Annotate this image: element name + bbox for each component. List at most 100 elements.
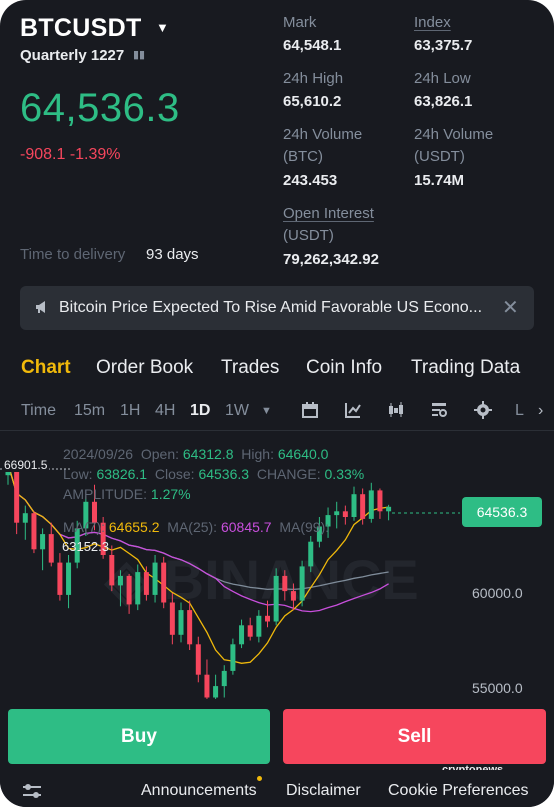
- candle-body: [386, 506, 392, 512]
- chevron-right-icon[interactable]: ›: [538, 402, 543, 420]
- current-price-tag: 64536.3: [462, 497, 542, 527]
- low-label: 24h Low: [414, 70, 471, 87]
- candle-body: [195, 644, 201, 675]
- tab-chart[interactable]: Chart: [21, 357, 71, 379]
- index-label[interactable]: Index: [414, 12, 451, 34]
- news-headline[interactable]: Bitcoin Price Expected To Rise Amid Favo…: [59, 299, 482, 317]
- more-tools-label[interactable]: L: [515, 402, 524, 420]
- price-change: -908.1 -1.39%: [20, 146, 121, 163]
- watermark-logo: ◈ BINANCE: [103, 548, 419, 611]
- volume-usdt-label: 24h Volume: [414, 126, 494, 143]
- candle-body: [40, 534, 46, 550]
- buy-button[interactable]: Buy: [8, 709, 270, 764]
- tab-coin-info[interactable]: Coin Info: [306, 357, 382, 379]
- index-value: 63,375.7: [414, 37, 473, 54]
- cookie-preferences-link[interactable]: Cookie Preferences: [388, 782, 529, 800]
- volume-btc-label: 24h Volume: [283, 126, 363, 143]
- open-interest-value: 79,262,342.92: [283, 251, 379, 268]
- mark-label: Mark: [283, 14, 317, 31]
- symbol-title[interactable]: BTCUSDT: [20, 14, 142, 43]
- volume-usdt-value: 15.74M: [414, 172, 465, 189]
- symbol-dropdown-icon[interactable]: ▼: [156, 20, 169, 35]
- tab-trading-data[interactable]: Trading Data: [411, 357, 520, 379]
- candle-body: [265, 615, 270, 622]
- candle-body: [351, 494, 357, 517]
- ma-row: MA(7): 64655.2 MA(25): 60845.7 MA(99):: [63, 519, 330, 535]
- announcements-link[interactable]: Announcements: [141, 782, 257, 800]
- candle-body: [143, 572, 149, 595]
- candle-body: [308, 541, 314, 567]
- y-axis-label-55000: 55000.0: [472, 680, 523, 696]
- candle-body: [342, 511, 348, 517]
- volume-btc-unit: (BTC): [283, 148, 323, 165]
- settings-sliders-icon[interactable]: [22, 782, 42, 800]
- interval-1h[interactable]: 1H: [120, 402, 140, 420]
- low-value: 63,826.1: [414, 93, 473, 110]
- tab-order-book[interactable]: Order Book: [96, 357, 193, 379]
- interval-more-icon[interactable]: ▼: [261, 405, 272, 417]
- candle-body: [204, 674, 210, 698]
- footer-bar: Announcements Disclaimer Cookie Preferen…: [0, 770, 554, 807]
- contract-info-icon[interactable]: ▮▮: [133, 48, 145, 61]
- candle-body: [31, 513, 37, 550]
- candle-body: [14, 471, 20, 523]
- last-price: 64,536.3: [20, 86, 180, 130]
- indicator-icon[interactable]: [343, 400, 363, 420]
- volume-btc-value: 243.453: [283, 172, 338, 189]
- candle-body: [256, 615, 262, 637]
- candle-body: [48, 534, 54, 563]
- ohlc-row-2: Low: 63826.1 Close: 64536.3 CHANGE: 0.33…: [63, 466, 365, 482]
- volume-usdt-unit: (USDT): [414, 148, 465, 165]
- calendar-icon[interactable]: [300, 400, 320, 420]
- mark-value: 64,548.1: [283, 37, 342, 54]
- tab-trades[interactable]: Trades: [221, 357, 279, 379]
- layout-icon[interactable]: [429, 400, 449, 420]
- open-interest-label[interactable]: Open Interest: [283, 203, 374, 225]
- y-axis-label-60000: 60000.0: [472, 585, 523, 601]
- candle-body: [377, 490, 383, 512]
- candle-body: [66, 562, 72, 595]
- candle-body: [178, 610, 184, 635]
- visible-low-label: 63152.3: [62, 539, 109, 554]
- high-label: 24h High: [283, 70, 344, 87]
- candle-body: [299, 566, 305, 601]
- candle-body: [239, 625, 245, 645]
- interval-time[interactable]: Time: [21, 402, 56, 420]
- candle-body: [290, 591, 296, 601]
- candle-body: [135, 572, 141, 605]
- candle-body: [187, 610, 193, 645]
- delivery-label: Time to delivery: [20, 246, 126, 263]
- candle-body: [152, 562, 158, 595]
- visible-high-label: 66901.5: [2, 458, 50, 472]
- close-icon[interactable]: ✕: [502, 295, 519, 320]
- disclaimer-link[interactable]: Disclaimer: [286, 782, 361, 800]
- candle-body: [221, 670, 227, 687]
- candle-body: [117, 575, 123, 586]
- candle-body: [126, 575, 132, 605]
- candle-body: [230, 644, 236, 671]
- candlestick-icon[interactable]: [386, 400, 406, 420]
- high-value: 65,610.2: [283, 93, 342, 110]
- interval-1w[interactable]: 1W: [225, 402, 249, 420]
- contract-type: Quarterly 1227: [20, 47, 125, 64]
- candle-body: [273, 575, 279, 622]
- candle-body: [22, 513, 28, 523]
- candle-body: [161, 562, 167, 603]
- sell-button[interactable]: Sell: [283, 709, 546, 764]
- candle-body: [57, 562, 63, 595]
- megaphone-icon: [36, 301, 45, 313]
- interval-15m[interactable]: 15m: [74, 402, 105, 420]
- candle-body: [360, 494, 366, 519]
- candle-body: [282, 575, 288, 592]
- ohlc-row-1: 2024/09/26 Open: 64312.8 High: 64640.0: [63, 446, 329, 462]
- interval-4h[interactable]: 4H: [155, 402, 175, 420]
- interval-1d[interactable]: 1D: [190, 402, 210, 420]
- open-interest-unit: (USDT): [283, 227, 334, 244]
- candle-body: [169, 602, 175, 635]
- candle-body: [334, 511, 340, 516]
- ohlc-row-3: AMPLITUDE: 1.27%: [63, 486, 191, 502]
- candle-body: [109, 555, 115, 586]
- candle-body: [368, 490, 374, 519]
- news-banner[interactable]: Bitcoin Price Expected To Rise Amid Favo…: [20, 286, 534, 330]
- gear-icon[interactable]: [473, 400, 493, 420]
